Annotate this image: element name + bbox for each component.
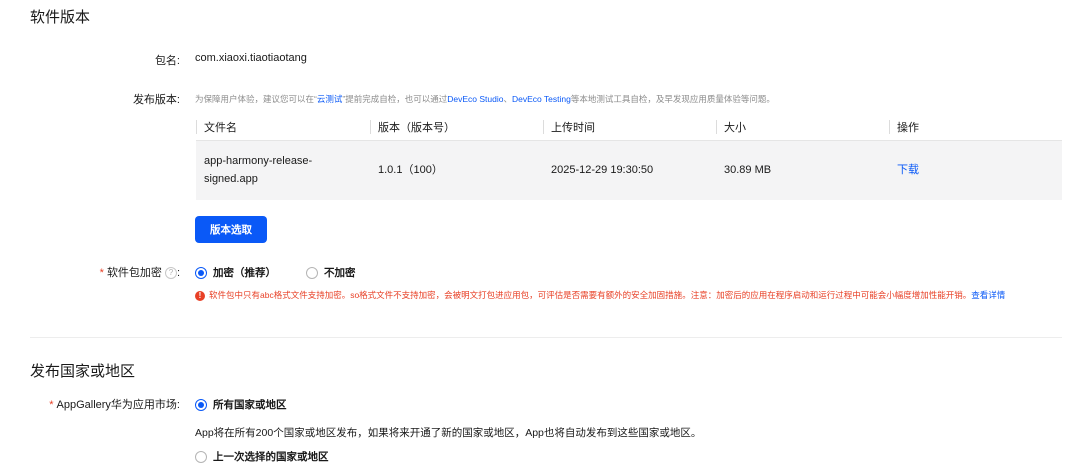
cloud-test-link[interactable]: 云测试 bbox=[317, 94, 343, 104]
error-icon: ! bbox=[195, 290, 205, 301]
hint-prefix: 为保障用户体验，建议您可以在“ bbox=[195, 94, 317, 104]
version-file-table: 文件名 版本（版本号） 上传时间 大小 操作 app-harmony-relea… bbox=[196, 114, 1062, 200]
region-option-all[interactable]: 所有国家或地区 bbox=[195, 396, 287, 414]
column-header-file-name: 文件名 bbox=[196, 114, 370, 141]
column-header-upload-time: 上传时间 bbox=[543, 114, 716, 141]
required-mark: * bbox=[99, 267, 104, 279]
encrypt-option-encrypt[interactable]: 加密（推荐） bbox=[195, 264, 276, 282]
region-option-last[interactable]: 上一次选择的国家或地区 bbox=[195, 448, 329, 466]
section-divider bbox=[30, 337, 1062, 338]
cell-version: 1.0.1（100） bbox=[370, 140, 543, 200]
cell-upload-time: 2025-12-29 19:30:50 bbox=[543, 140, 716, 200]
hint-mid: ”提前完成自检，也可以通过 bbox=[342, 94, 448, 104]
select-version-button[interactable]: 版本选取 bbox=[195, 216, 267, 243]
cell-size: 30.89 MB bbox=[716, 140, 889, 200]
table-header-row: 文件名 版本（版本号） 上传时间 大小 操作 bbox=[196, 114, 1062, 141]
encrypt-label: * 软件包加密?: bbox=[99, 267, 180, 280]
column-header-version: 版本（版本号） bbox=[370, 114, 543, 141]
radio-unchecked-icon[interactable] bbox=[306, 266, 318, 279]
release-hint: 为保障用户体验，建议您可以在“云测试”提前完成自检，也可以通过DevEco St… bbox=[195, 93, 775, 105]
package-name-label: 包名: bbox=[154, 55, 180, 67]
table-row: app-harmony-release-signed.app 1.0.1（100… bbox=[196, 140, 1062, 200]
market-label: * AppGallery华为应用市场: bbox=[49, 399, 180, 411]
deveco-testing-link[interactable]: DevEco Testing bbox=[512, 94, 571, 104]
region-all-description: App将在所有200个国家或地区发布，如果将来开通了新的国家或地区，App也将自… bbox=[195, 427, 702, 439]
encrypt-option-label: 加密（推荐） bbox=[213, 267, 276, 280]
release-version-label: 发布版本: bbox=[132, 94, 180, 106]
no-encrypt-option-label: 不加密 bbox=[324, 267, 356, 280]
radio-checked-icon[interactable] bbox=[195, 266, 207, 279]
encrypt-warning: ! 软件包中只有abc格式文件支持加密。so格式文件不支持加密，会被明文打包进应用… bbox=[195, 289, 1005, 301]
deveco-studio-link[interactable]: DevEco Studio bbox=[447, 94, 503, 104]
column-header-action: 操作 bbox=[889, 114, 1062, 141]
region-option-last-label: 上一次选择的国家或地区 bbox=[213, 451, 329, 464]
radio-unchecked-icon[interactable] bbox=[195, 450, 207, 463]
encrypt-option-none[interactable]: 不加密 bbox=[306, 264, 356, 282]
required-mark: * bbox=[49, 399, 54, 411]
view-details-link[interactable]: 查看详情 bbox=[971, 290, 1005, 300]
column-header-size: 大小 bbox=[716, 114, 889, 141]
package-name-value: com.xiaoxi.tiaotiaotang bbox=[195, 52, 307, 64]
hint-suffix: 等本地测试工具自检，及早发现应用质量体验等问题。 bbox=[570, 94, 775, 104]
region-option-all-label: 所有国家或地区 bbox=[213, 399, 287, 412]
section-title-regions: 发布国家或地区 bbox=[30, 363, 136, 380]
radio-checked-icon[interactable] bbox=[195, 398, 207, 411]
section-title-software-version: 软件版本 bbox=[30, 9, 91, 26]
hint-sep: 、 bbox=[503, 94, 512, 104]
download-link[interactable]: 下载 bbox=[889, 140, 1062, 200]
encrypt-warning-text: 软件包中只有abc格式文件支持加密。so格式文件不支持加密，会被明文打包进应用包… bbox=[209, 290, 972, 300]
cell-file-name: app-harmony-release-signed.app bbox=[196, 140, 370, 200]
help-icon[interactable]: ? bbox=[164, 267, 177, 280]
